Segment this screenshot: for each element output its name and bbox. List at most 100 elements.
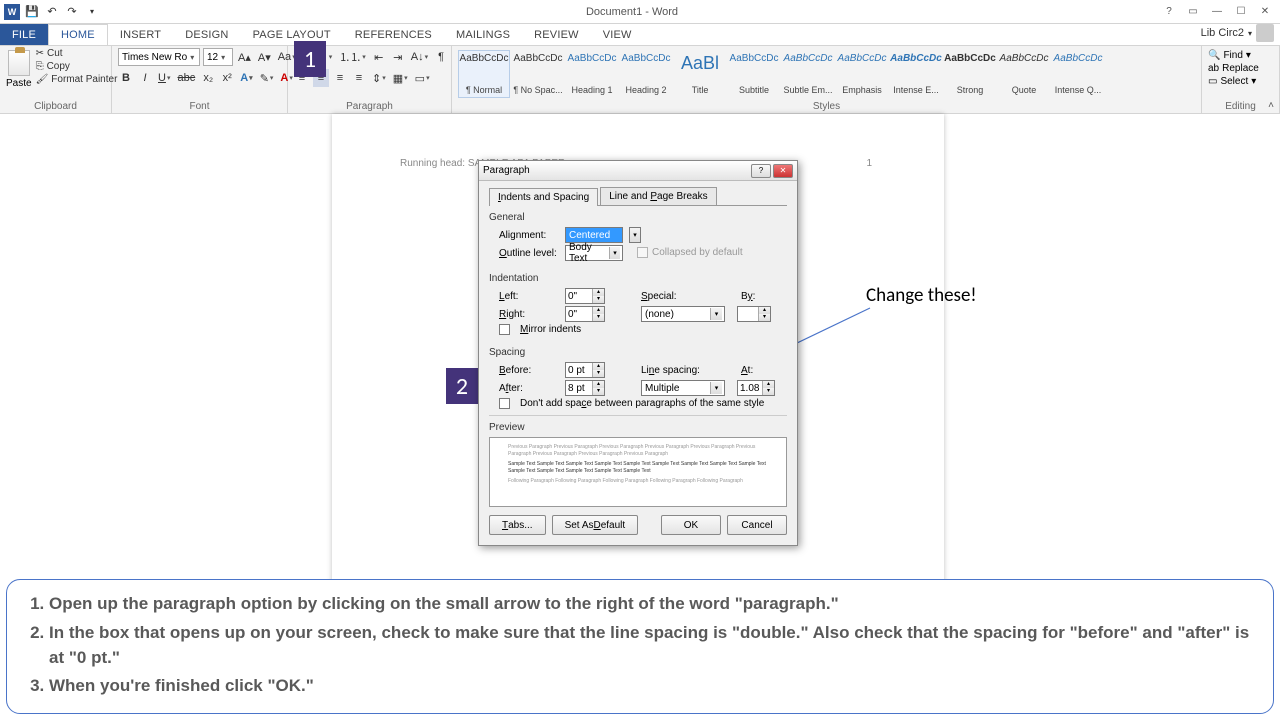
indent-left-input[interactable]: ▴▾ bbox=[565, 288, 605, 304]
page-number: 1 bbox=[866, 158, 872, 169]
style-tile[interactable]: AaBlTitle bbox=[674, 50, 726, 98]
cut-button[interactable]: ✂ Cut bbox=[36, 48, 118, 59]
qat-customize-icon[interactable]: ▾ bbox=[84, 4, 100, 20]
indentation-heading: Indentation bbox=[489, 273, 787, 284]
styles-gallery[interactable]: AaBbCcDc¶ NormalAaBbCcDc¶ No Spac...AaBb… bbox=[458, 48, 1104, 98]
dialog-tab-indents[interactable]: IIndents and Spacingndents and Spacing bbox=[489, 188, 598, 206]
minimize-icon[interactable]: — bbox=[1208, 4, 1226, 20]
tab-insert[interactable]: INSERT bbox=[108, 24, 173, 45]
style-tile[interactable]: AaBbCcDcSubtitle bbox=[728, 50, 780, 98]
maximize-icon[interactable]: ☐ bbox=[1232, 4, 1250, 20]
indent-right-input[interactable]: ▴▾ bbox=[565, 306, 605, 322]
instructions-box: Open up the paragraph option by clicking… bbox=[6, 579, 1274, 714]
tab-view[interactable]: VIEW bbox=[591, 24, 644, 45]
group-editing-label: Editing bbox=[1208, 100, 1273, 113]
alignment-dropdown[interactable]: Centered bbox=[565, 227, 623, 243]
increase-indent-icon[interactable]: ⇥ bbox=[390, 48, 406, 66]
cancel-button[interactable]: Cancel bbox=[727, 515, 787, 535]
style-tile[interactable]: AaBbCcDcStrong bbox=[944, 50, 996, 98]
group-clipboard-label: Clipboard bbox=[6, 100, 105, 113]
style-tile[interactable]: AaBbCcDcEmphasis bbox=[836, 50, 888, 98]
style-tile[interactable]: AaBbCcDcHeading 2 bbox=[620, 50, 672, 98]
italic-button[interactable]: I bbox=[137, 69, 153, 87]
style-tile[interactable]: AaBbCcDc¶ No Spac... bbox=[512, 50, 564, 98]
set-default-button[interactable]: Set As Default bbox=[552, 515, 639, 535]
by-input[interactable]: ▴▾ bbox=[737, 306, 771, 322]
style-tile[interactable]: AaBbCcDcIntense E... bbox=[890, 50, 942, 98]
line-spacing-dropdown[interactable]: Multiple▾ bbox=[641, 380, 725, 396]
dialog-close-icon[interactable]: ✕ bbox=[773, 164, 793, 178]
close-icon[interactable]: ✕ bbox=[1256, 4, 1274, 20]
text-effects-icon[interactable]: A bbox=[238, 69, 254, 87]
style-tile[interactable]: AaBbCcDcQuote bbox=[998, 50, 1050, 98]
shading-icon[interactable]: ▦ bbox=[391, 69, 410, 87]
font-name-combo[interactable]: Times New Ro▾ bbox=[118, 48, 200, 66]
after-input[interactable]: ▴▾ bbox=[565, 380, 605, 396]
line-spacing-icon[interactable]: ⇕ bbox=[370, 69, 388, 87]
before-input[interactable]: ▴▾ bbox=[565, 362, 605, 378]
show-marks-icon[interactable]: ¶ bbox=[433, 48, 449, 66]
grow-font-icon[interactable]: A▴ bbox=[236, 48, 253, 66]
select-button[interactable]: ▭ Select ▾ bbox=[1208, 76, 1259, 87]
ok-button[interactable]: OK bbox=[661, 515, 721, 535]
word-icon: W bbox=[4, 4, 20, 20]
user-avatar-icon[interactable] bbox=[1256, 24, 1274, 42]
subscript-button[interactable]: x₂ bbox=[200, 69, 216, 87]
justify-icon[interactable]: ≡ bbox=[351, 69, 367, 87]
save-icon[interactable]: 💾 bbox=[24, 4, 40, 20]
strike-button[interactable]: abc bbox=[175, 69, 197, 87]
tab-page-layout[interactable]: PAGE LAYOUT bbox=[241, 24, 343, 45]
tab-file[interactable]: FILE bbox=[0, 24, 48, 45]
outline-dropdown[interactable]: Body Text▾ bbox=[565, 245, 623, 261]
shrink-font-icon[interactable]: A▾ bbox=[256, 48, 273, 66]
annotation-change-these: Change these! bbox=[866, 284, 977, 307]
undo-icon[interactable]: ↶ bbox=[44, 4, 60, 20]
style-tile[interactable]: AaBbCcDcIntense Q... bbox=[1052, 50, 1104, 98]
paste-button[interactable]: Paste bbox=[6, 48, 32, 89]
style-tile[interactable]: AaBbCcDcSubtle Em... bbox=[782, 50, 834, 98]
format-painter-button[interactable]: 🖌 Format Painter bbox=[36, 74, 118, 85]
help-icon[interactable]: ? bbox=[1160, 4, 1178, 20]
mirror-checkbox[interactable] bbox=[499, 324, 510, 335]
no-add-checkbox[interactable] bbox=[499, 398, 510, 409]
at-input[interactable]: ▴▾ bbox=[737, 380, 775, 396]
special-dropdown[interactable]: (none)▾ bbox=[641, 306, 725, 322]
tabs-button[interactable]: Tabs... bbox=[489, 515, 546, 535]
general-heading: General bbox=[489, 212, 787, 223]
tab-design[interactable]: DESIGN bbox=[173, 24, 240, 45]
ribbon: Paste ✂ Cut ⎘ Copy 🖌 Format Painter Clip… bbox=[0, 46, 1280, 114]
bold-button[interactable]: B bbox=[118, 69, 134, 87]
tab-references[interactable]: REFERENCES bbox=[343, 24, 444, 45]
redo-icon[interactable]: ↷ bbox=[64, 4, 80, 20]
align-right-icon[interactable]: ≡ bbox=[332, 69, 348, 87]
tab-review[interactable]: REVIEW bbox=[522, 24, 591, 45]
user-name[interactable]: Lib Circ2 bbox=[1201, 27, 1244, 39]
underline-button[interactable]: U bbox=[156, 69, 172, 87]
decrease-indent-icon[interactable]: ⇤ bbox=[371, 48, 387, 66]
sort-icon[interactable]: A↓ bbox=[409, 48, 430, 66]
clipboard-icon bbox=[8, 50, 30, 76]
multilevel-icon[interactable]: ⒈⒈ bbox=[337, 48, 368, 66]
dialog-tab-breaks[interactable]: Line and Page Breaks bbox=[600, 187, 716, 205]
title-bar: W 💾 ↶ ↷ ▾ Document1 - Word ? ▭ — ☐ ✕ bbox=[0, 0, 1280, 24]
ribbon-tabs: FILE HOME INSERT DESIGN PAGE LAYOUT REFE… bbox=[0, 24, 1280, 46]
collapse-ribbon-icon[interactable]: ˄ bbox=[1268, 100, 1274, 111]
dialog-help-icon[interactable]: ? bbox=[751, 164, 771, 178]
borders-icon[interactable]: ▭ bbox=[413, 69, 432, 87]
style-tile[interactable]: AaBbCcDcHeading 1 bbox=[566, 50, 618, 98]
ribbon-options-icon[interactable]: ▭ bbox=[1184, 4, 1202, 20]
preview-heading: Preview bbox=[489, 422, 787, 433]
superscript-button[interactable]: x² bbox=[219, 69, 235, 87]
callout-1-badge: 1 bbox=[294, 41, 326, 77]
style-tile[interactable]: AaBbCcDc¶ Normal bbox=[458, 50, 510, 98]
find-button[interactable]: 🔍 Find ▾ bbox=[1208, 50, 1259, 61]
font-size-combo[interactable]: 12▾ bbox=[203, 48, 233, 66]
tab-mailings[interactable]: MAILINGS bbox=[444, 24, 522, 45]
group-styles-label: Styles bbox=[458, 100, 1195, 113]
copy-button[interactable]: ⎘ Copy bbox=[36, 61, 118, 72]
replace-button[interactable]: ab Replace bbox=[1208, 63, 1259, 74]
highlight-icon[interactable]: ✎ bbox=[258, 69, 276, 87]
window-title: Document1 - Word bbox=[104, 6, 1160, 18]
tab-home[interactable]: HOME bbox=[48, 24, 108, 45]
group-font-label: Font bbox=[118, 100, 281, 113]
